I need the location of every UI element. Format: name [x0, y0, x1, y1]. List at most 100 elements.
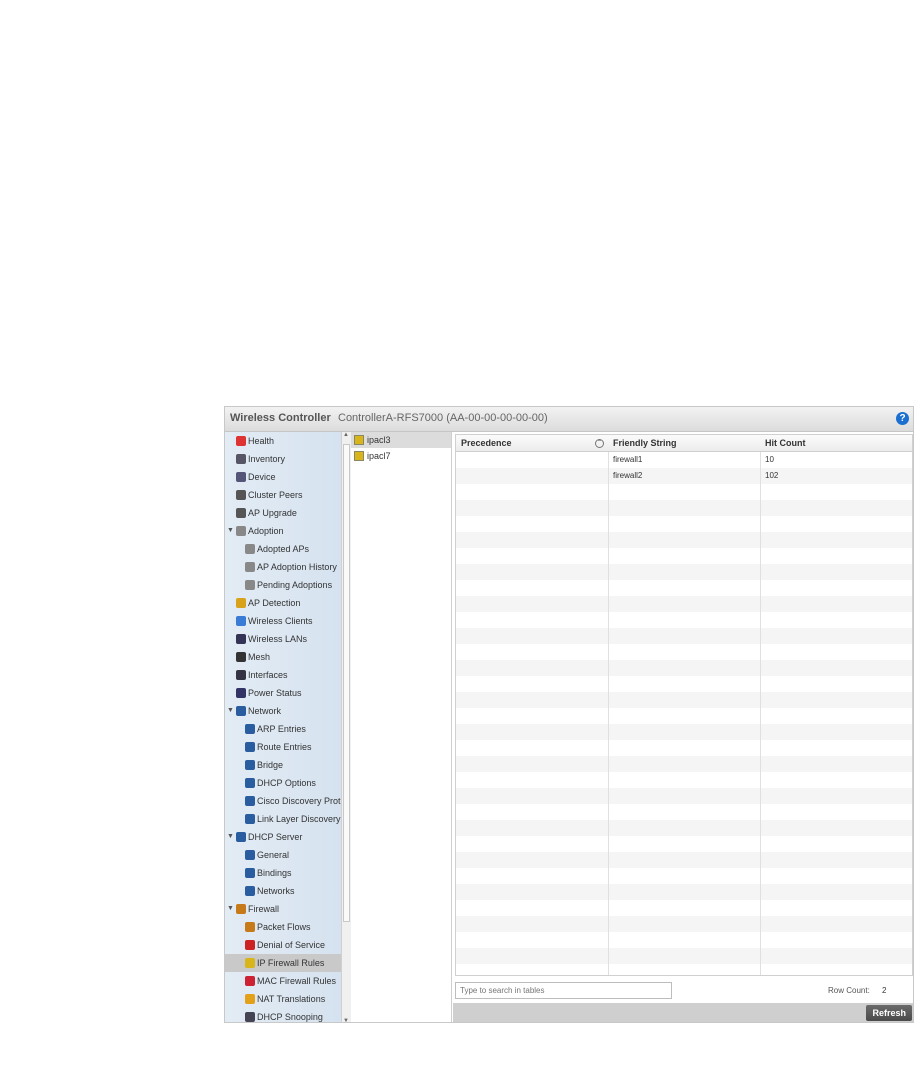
tree-item[interactable]: Wireless LANs: [225, 630, 341, 648]
tree-item[interactable]: General: [225, 846, 341, 864]
tree-item-label: Wireless Clients: [248, 616, 313, 626]
table-row[interactable]: [456, 692, 912, 708]
tree-item[interactable]: Bindings: [225, 864, 341, 882]
tree-item[interactable]: Health: [225, 432, 341, 450]
tree-item[interactable]: ▼ Firewall: [225, 900, 341, 918]
tree-item[interactable]: Adopted APs: [225, 540, 341, 558]
expand-arrow-icon[interactable]: ▼: [227, 522, 234, 540]
tree-item[interactable]: Inventory: [225, 450, 341, 468]
table-row[interactable]: [456, 964, 912, 975]
dhcp-icon: [236, 832, 246, 842]
column-header-friendly-string[interactable]: Friendly String: [613, 435, 677, 452]
tree-item[interactable]: Wireless Clients: [225, 612, 341, 630]
table-row[interactable]: firewall1 10: [456, 452, 912, 468]
tree-item[interactable]: DHCP Options: [225, 774, 341, 792]
table-row[interactable]: [456, 788, 912, 804]
tree-item[interactable]: DHCP Snooping: [225, 1008, 341, 1022]
tree-item[interactable]: Link Layer Discovery: [225, 810, 341, 828]
tree-item[interactable]: Mesh: [225, 648, 341, 666]
table-row[interactable]: [456, 804, 912, 820]
help-icon[interactable]: ?: [896, 412, 909, 425]
table-row[interactable]: firewall2 102: [456, 468, 912, 484]
tree-item[interactable]: Interfaces: [225, 666, 341, 684]
tree-item[interactable]: Packet Flows: [225, 918, 341, 936]
table-row[interactable]: [456, 708, 912, 724]
tree-item[interactable]: ARP Entries: [225, 720, 341, 738]
tree-item[interactable]: Cluster Peers: [225, 486, 341, 504]
tree-item[interactable]: ▼ DHCP Server: [225, 828, 341, 846]
power-icon: [236, 688, 246, 698]
inventory-icon: [236, 454, 246, 464]
acl-list-item[interactable]: ipacl3: [351, 432, 451, 448]
tree-item[interactable]: NAT Translations: [225, 990, 341, 1008]
table-row[interactable]: [456, 516, 912, 532]
table-row[interactable]: [456, 628, 912, 644]
table-row[interactable]: [456, 676, 912, 692]
table-row[interactable]: [456, 580, 912, 596]
table-row[interactable]: [456, 596, 912, 612]
table-row[interactable]: [456, 900, 912, 916]
column-header-precedence[interactable]: Precedence: [461, 435, 512, 452]
snoop-icon: [245, 1012, 255, 1022]
table-row[interactable]: [456, 740, 912, 756]
table-row[interactable]: [456, 500, 912, 516]
table-row[interactable]: [456, 852, 912, 868]
tree-item[interactable]: Denial of Service: [225, 936, 341, 954]
tree-item[interactable]: AP Adoption History: [225, 558, 341, 576]
table-row[interactable]: [456, 836, 912, 852]
tree-item[interactable]: Networks: [225, 882, 341, 900]
table-row[interactable]: [456, 644, 912, 660]
scroll-down-icon[interactable]: ▼: [343, 1018, 349, 1022]
table-row[interactable]: [456, 564, 912, 580]
acl-list-item[interactable]: ipacl7: [351, 448, 451, 464]
tree-item[interactable]: Power Status: [225, 684, 341, 702]
tree-scrollbar[interactable]: ▲ ▼: [341, 432, 351, 1022]
tree-item[interactable]: Bridge: [225, 756, 341, 774]
adoption-icon: [236, 526, 246, 536]
tree-item[interactable]: Cisco Discovery Prot: [225, 792, 341, 810]
adoption-icon: [245, 562, 255, 572]
column-divider: [760, 452, 761, 975]
column-header-hit-count[interactable]: Hit Count: [765, 435, 806, 452]
firewall-icon: [236, 904, 246, 914]
table-row[interactable]: [456, 660, 912, 676]
table-row[interactable]: [456, 772, 912, 788]
table-header: Precedence ⌃ Friendly String Hit Count: [456, 435, 912, 452]
tree-item-label: Power Status: [248, 688, 302, 698]
expand-arrow-icon[interactable]: ▼: [227, 702, 234, 720]
table-row[interactable]: [456, 884, 912, 900]
dhcp-icon: [245, 868, 255, 878]
tree-item[interactable]: AP Detection: [225, 594, 341, 612]
table-row[interactable]: [456, 932, 912, 948]
tree-item[interactable]: ▼ Network: [225, 702, 341, 720]
tree-item[interactable]: ▼ Adoption: [225, 522, 341, 540]
tree-item[interactable]: AP Upgrade: [225, 504, 341, 522]
tree-item[interactable]: Pending Adoptions: [225, 576, 341, 594]
tree-item[interactable]: Route Entries: [225, 738, 341, 756]
table-row[interactable]: [456, 868, 912, 884]
table-search-input[interactable]: [455, 982, 672, 999]
expand-arrow-icon[interactable]: ▼: [227, 828, 234, 846]
expand-arrow-icon[interactable]: ▼: [227, 900, 234, 918]
tree-item-label: DHCP Server: [248, 832, 303, 842]
table-row[interactable]: [456, 484, 912, 500]
tree-item-label: Route Entries: [257, 742, 312, 752]
tree-item-label: Cluster Peers: [248, 490, 303, 500]
tree-item[interactable]: Device: [225, 468, 341, 486]
table-row[interactable]: [456, 820, 912, 836]
table-row[interactable]: [456, 724, 912, 740]
table-row[interactable]: [456, 756, 912, 772]
table-row[interactable]: [456, 916, 912, 932]
sort-icon[interactable]: ⌃: [595, 439, 604, 448]
rules-table: Precedence ⌃ Friendly String Hit Count f…: [455, 434, 913, 976]
table-row[interactable]: [456, 548, 912, 564]
table-row[interactable]: [456, 612, 912, 628]
tree-item[interactable]: MAC Firewall Rules: [225, 972, 341, 990]
tree-item[interactable]: IP Firewall Rules: [225, 954, 341, 972]
refresh-button[interactable]: Refresh: [866, 1005, 912, 1021]
table-row[interactable]: [456, 532, 912, 548]
table-row[interactable]: [456, 948, 912, 964]
wlan-icon: [236, 634, 246, 644]
scroll-up-icon[interactable]: ▲: [343, 432, 349, 438]
scrollbar-thumb[interactable]: [343, 444, 350, 922]
